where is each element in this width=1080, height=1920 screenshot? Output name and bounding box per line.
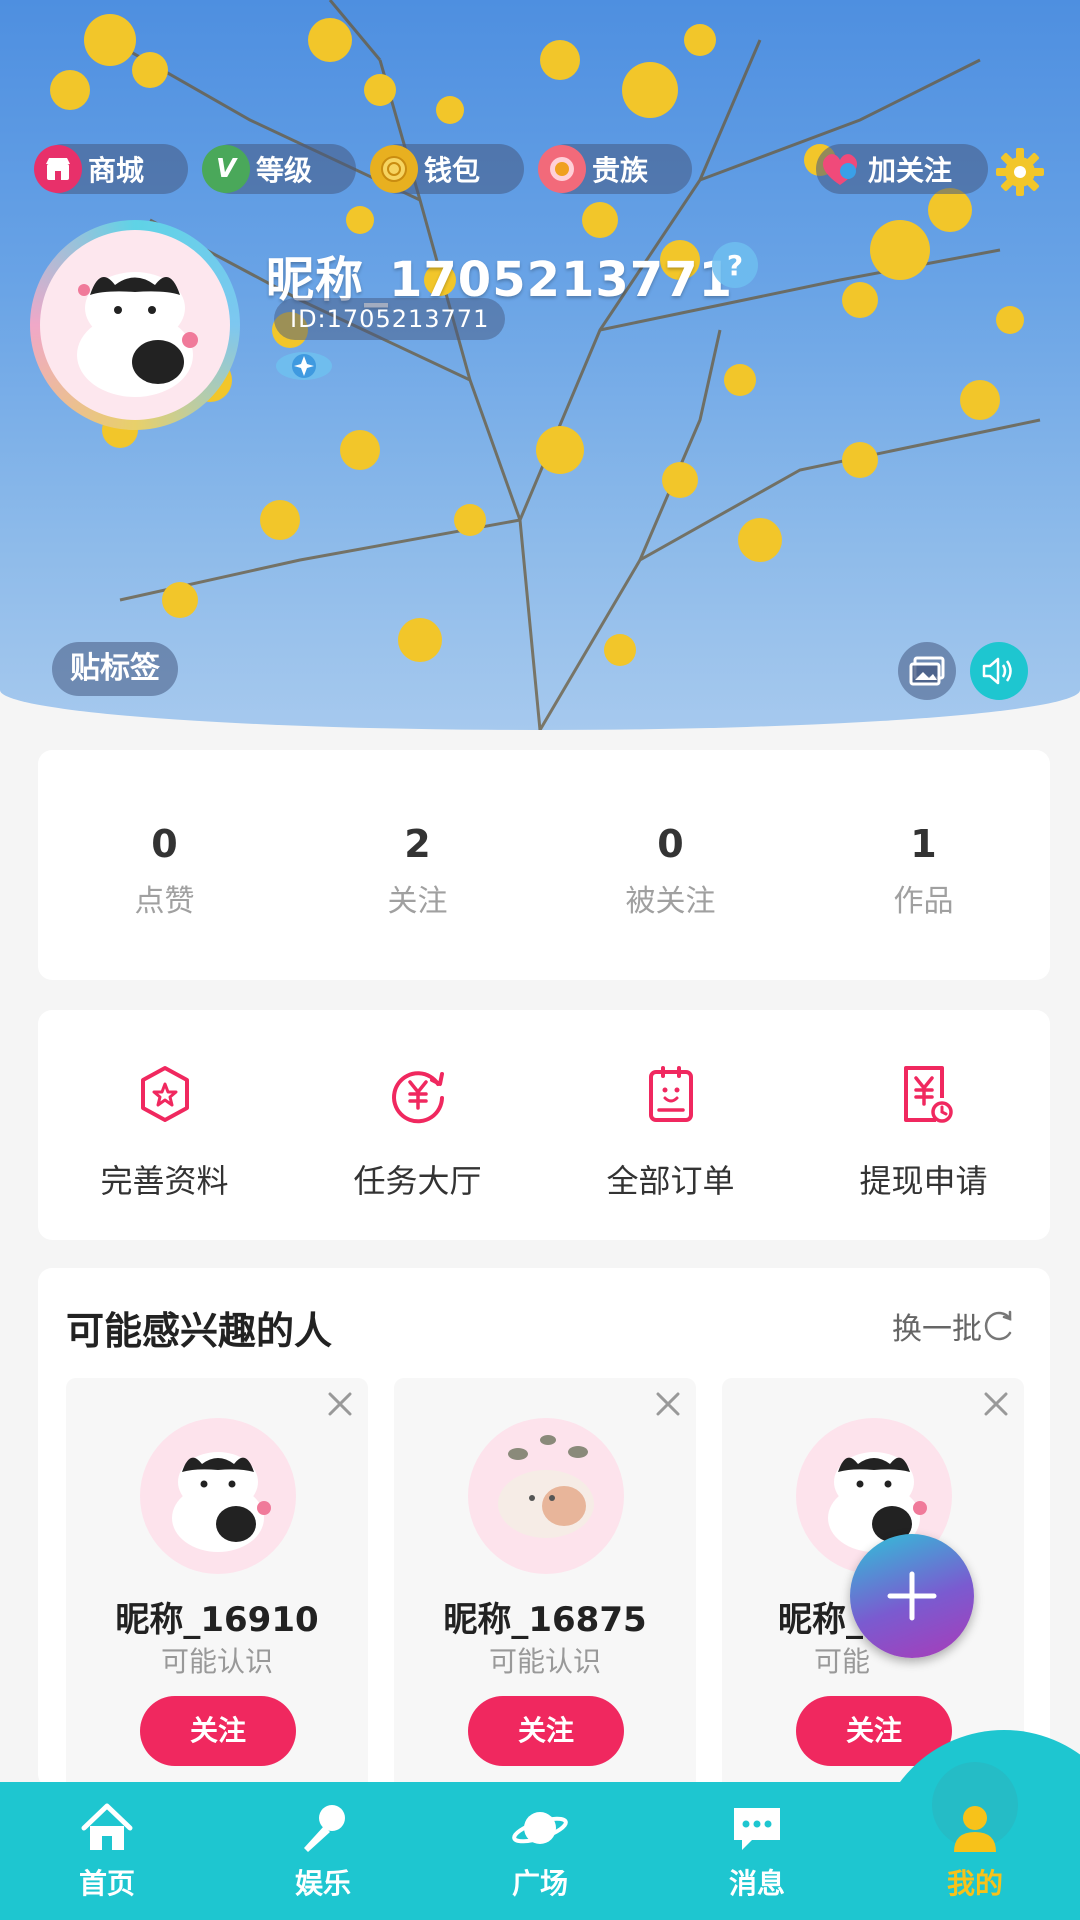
- all-orders-button[interactable]: 全部订单: [544, 1010, 797, 1240]
- add-follow-pill[interactable]: 加关注: [816, 144, 988, 194]
- stat-label: 关注: [387, 884, 448, 919]
- help-icon[interactable]: ?: [712, 242, 758, 288]
- level-badge-icon: [276, 352, 332, 380]
- suggested-user-avatar: [468, 1418, 624, 1574]
- wallet-coin-icon: [370, 145, 418, 193]
- level-icon: V: [202, 145, 250, 193]
- stat-works[interactable]: 1 作品: [797, 750, 1050, 980]
- suggested-user-reason: 可能认识: [488, 1645, 601, 1678]
- action-label: 任务大厅: [353, 1162, 482, 1200]
- action-label: 全部订单: [606, 1162, 735, 1200]
- user-avatar[interactable]: [30, 220, 240, 430]
- tab-home[interactable]: 首页: [47, 1800, 167, 1902]
- follow-button[interactable]: 关注: [468, 1696, 624, 1766]
- tab-entertainment[interactable]: 娱乐: [263, 1800, 383, 1902]
- microphone-icon: [304, 1805, 345, 1852]
- tab-label: 首页: [78, 1867, 135, 1900]
- refresh-button[interactable]: 换一批: [892, 1304, 1016, 1348]
- suggested-user-card[interactable]: 昵称_16875 可能认识 关注: [394, 1378, 696, 1798]
- tab-me[interactable]: 我的: [915, 1800, 1035, 1902]
- close-icon[interactable]: [650, 1386, 686, 1422]
- cat-avatar-image: [77, 272, 198, 397]
- profile-star-icon: [140, 1066, 189, 1122]
- settings-gear-icon[interactable]: [994, 146, 1046, 198]
- user-icon: [954, 1806, 996, 1852]
- stat-value: 0: [151, 822, 178, 866]
- stat-followers[interactable]: 0 被关注: [544, 750, 797, 980]
- withdraw-bill-icon: [903, 1066, 953, 1123]
- tab-square[interactable]: 广场: [480, 1800, 600, 1902]
- wallet-pill[interactable]: 钱包: [370, 144, 524, 194]
- action-label: 完善资料: [100, 1162, 229, 1200]
- stats-card: 0 点赞 2 关注 0 被关注 1 作品: [38, 750, 1050, 980]
- complete-profile-button[interactable]: 完善资料: [38, 1010, 291, 1240]
- plus-icon: [887, 1571, 937, 1621]
- planet-icon: [512, 1812, 568, 1844]
- change-cover-button[interactable]: [898, 642, 956, 700]
- tab-messages[interactable]: 消息: [697, 1800, 817, 1902]
- suggested-user-card[interactable]: 昵称_16910 可能认识 关注: [66, 1378, 368, 1798]
- action-label: 提现申请: [859, 1162, 988, 1200]
- noble-label: 贵族: [592, 154, 649, 187]
- close-icon[interactable]: [322, 1386, 358, 1422]
- tab-label: 广场: [511, 1867, 568, 1900]
- stat-following[interactable]: 2 关注: [291, 750, 544, 980]
- home-icon: [81, 1803, 133, 1850]
- tab-label: 娱乐: [294, 1867, 351, 1900]
- actions-card: 完善资料 任务大厅 全部订单 提现申请: [38, 1010, 1050, 1240]
- stat-value: 0: [657, 822, 684, 866]
- profile-hero: 商城 V 等级 钱包 贵族 加关注 昵称_1705213771 ? ID:170…: [0, 0, 1080, 730]
- speaker-icon: [982, 657, 1012, 685]
- add-tag-button[interactable]: 贴标签: [52, 642, 178, 696]
- order-clipboard-icon: [648, 1066, 693, 1122]
- task-hall-button[interactable]: 任务大厅: [291, 1010, 544, 1240]
- wallet-label: 钱包: [424, 154, 481, 187]
- follow-button[interactable]: 关注: [140, 1696, 296, 1766]
- noble-badge-icon: [538, 145, 586, 193]
- yuan-refresh-icon: [391, 1071, 444, 1124]
- shop-icon: [34, 145, 82, 193]
- shop-pill[interactable]: 商城: [34, 144, 188, 194]
- noble-pill[interactable]: 贵族: [538, 144, 692, 194]
- suggested-user-name: 昵称_16875: [443, 1600, 647, 1640]
- heart-icon: [818, 145, 862, 193]
- stat-value: 1: [910, 822, 937, 866]
- refresh-label: 换一批: [892, 1312, 982, 1347]
- voice-button[interactable]: [970, 642, 1028, 700]
- shop-label: 商城: [88, 154, 145, 187]
- user-id: ID:1705213771: [274, 298, 506, 340]
- tab-label: 我的: [946, 1867, 1003, 1900]
- close-icon[interactable]: [978, 1386, 1014, 1422]
- create-post-button[interactable]: [850, 1534, 974, 1658]
- stat-value: 2: [404, 822, 431, 866]
- suggested-user-name: 昵称_16910: [115, 1600, 319, 1640]
- suggested-user-avatar: [140, 1418, 296, 1574]
- add-follow-label: 加关注: [868, 154, 953, 187]
- refresh-icon: [984, 1310, 1012, 1341]
- tab-label: 消息: [728, 1867, 785, 1900]
- stat-label: 被关注: [625, 884, 716, 919]
- stat-likes[interactable]: 0 点赞: [38, 750, 291, 980]
- withdraw-request-button[interactable]: 提现申请: [797, 1010, 1050, 1240]
- suggested-user-reason: 可能认识: [160, 1645, 273, 1678]
- message-icon: [734, 1808, 780, 1850]
- level-label: 等级: [256, 154, 313, 187]
- gallery-icon: [909, 656, 945, 686]
- level-pill[interactable]: V 等级: [202, 144, 356, 194]
- recommend-title: 可能感兴趣的人: [66, 1309, 333, 1353]
- stat-label: 点赞: [134, 884, 195, 919]
- stat-label: 作品: [893, 884, 954, 919]
- recommend-card: 可能感兴趣的人 换一批 昵称_16910 可能认识 关注 昵称_16875 可能…: [38, 1268, 1050, 1798]
